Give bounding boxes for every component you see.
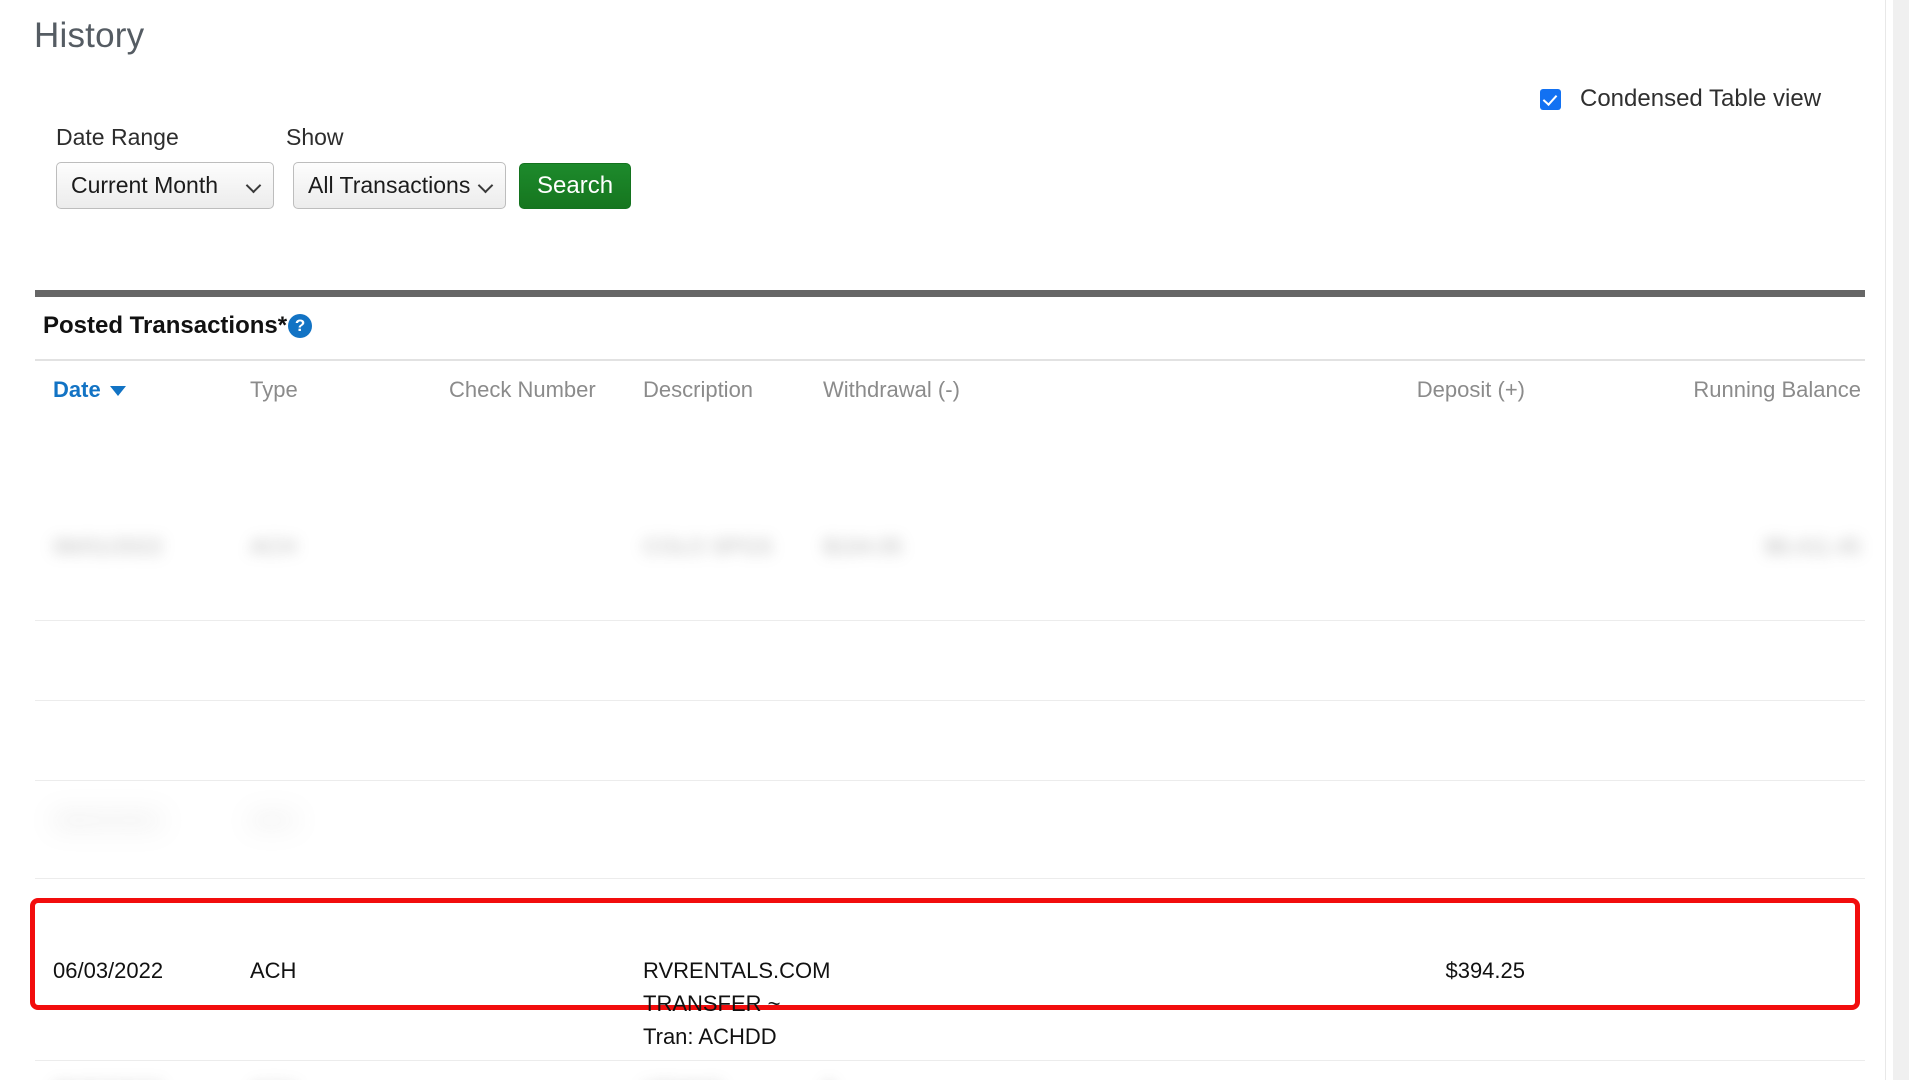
question-mark-icon[interactable]: ? xyxy=(288,314,313,338)
chevron-down-icon xyxy=(245,177,262,194)
column-header-label: Deposit (+) xyxy=(1416,377,1525,402)
cell-type: ACH xyxy=(250,958,297,983)
table-row[interactable]: 06/03/2022 ACH RVRENTALS.COM TRANSFER ~ Tr… xyxy=(35,948,1865,1060)
filters-bar: Date Range Show Current Month All Transa… xyxy=(56,123,632,209)
chevron-down-icon xyxy=(477,177,494,194)
column-header-description: Description xyxy=(643,377,753,403)
cell-description: RVRENTALS.COM TRANSFER ~ Tran: ACHDD xyxy=(643,958,831,1049)
page-right-gutter xyxy=(1893,0,1909,1080)
row-separator xyxy=(35,780,1865,781)
show-select[interactable]: All Transactions xyxy=(293,162,506,209)
section-divider xyxy=(35,290,1865,297)
condensed-table-view-option[interactable]: Condensed Table view xyxy=(1540,85,1821,113)
cell-balance: $8,411.45 xyxy=(1764,534,1861,559)
cell-date: 06/01/2022 xyxy=(53,534,164,559)
date-range-label: Date Range xyxy=(56,124,179,150)
cell-deposit: $394.25 xyxy=(1445,958,1525,983)
filter-controls-row: Current Month All Transactions Search xyxy=(56,162,632,209)
column-header-date[interactable]: Date xyxy=(53,377,126,403)
cell-description: VENMO xyxy=(643,1074,724,1080)
page-title: History xyxy=(34,16,145,55)
table-row[interactable] xyxy=(35,700,1865,780)
posted-transactions-heading: Posted Transactions* ? xyxy=(43,312,313,340)
row-separator xyxy=(35,878,1865,879)
table-row[interactable]: 06/03/2022 ACH VENMO $ xyxy=(35,1068,1865,1080)
heading-underline xyxy=(35,359,1865,361)
cell-date: 06/03/2022 xyxy=(53,958,164,983)
table-row[interactable] xyxy=(35,620,1865,700)
column-header-deposit: Deposit (+) xyxy=(1215,377,1525,403)
date-range-value: Current Month xyxy=(71,172,219,198)
column-header-label: Check Number xyxy=(449,377,596,402)
show-label: Show xyxy=(286,124,344,150)
column-header-label: Description xyxy=(643,377,754,402)
column-header-label: Running Balance xyxy=(1693,377,1861,402)
column-header-label: Date xyxy=(53,377,101,402)
row-separator xyxy=(35,1060,1865,1061)
table-row[interactable]: 06/01/2022 ACH COLO SPGS $104.05 $8,411.45 xyxy=(35,524,1865,620)
posted-transactions-label: Posted Transactions* xyxy=(43,312,288,339)
cell-date: 06/03/2022 xyxy=(53,1074,163,1080)
column-header-label: Withdrawal (-) xyxy=(823,377,960,402)
column-header-check: Check Number xyxy=(449,377,596,403)
cell-description: COLO SPGS xyxy=(643,534,773,559)
table-header-row: Date Type Check Number Description Withdrawa… xyxy=(35,362,1865,420)
cell-type: ACH xyxy=(250,1074,296,1080)
cell-withdrawal: $ xyxy=(823,1074,835,1080)
column-header-balance: Running Balance xyxy=(1541,377,1861,403)
filter-labels-row: Date Range Show xyxy=(56,123,631,151)
column-header-type: Type xyxy=(250,377,298,403)
column-header-label: Type xyxy=(250,377,298,402)
cell-date: 06/02/2022 xyxy=(53,808,164,833)
search-button[interactable]: Search xyxy=(519,162,632,209)
page-right-border xyxy=(1885,0,1886,1080)
table-row[interactable]: 06/02/2022 ACH xyxy=(35,798,1865,878)
transactions-table: Date Type Check Number Description Withdrawa… xyxy=(35,362,1865,1080)
cell-withdrawal: $104.05 xyxy=(823,534,903,559)
date-range-select[interactable]: Current Month xyxy=(56,162,274,209)
history-page: History Condensed Table view Date Range … xyxy=(0,0,1920,1080)
sort-descending-icon xyxy=(109,386,126,397)
cell-type: ACH xyxy=(250,534,297,559)
condensed-table-view-checkbox[interactable] xyxy=(1540,88,1561,110)
condensed-table-view-label: Condensed Table view xyxy=(1580,85,1822,112)
show-value: All Transactions xyxy=(308,172,471,198)
cell-type: ACH xyxy=(250,808,297,833)
column-header-withdrawal: Withdrawal (-) xyxy=(823,377,960,403)
